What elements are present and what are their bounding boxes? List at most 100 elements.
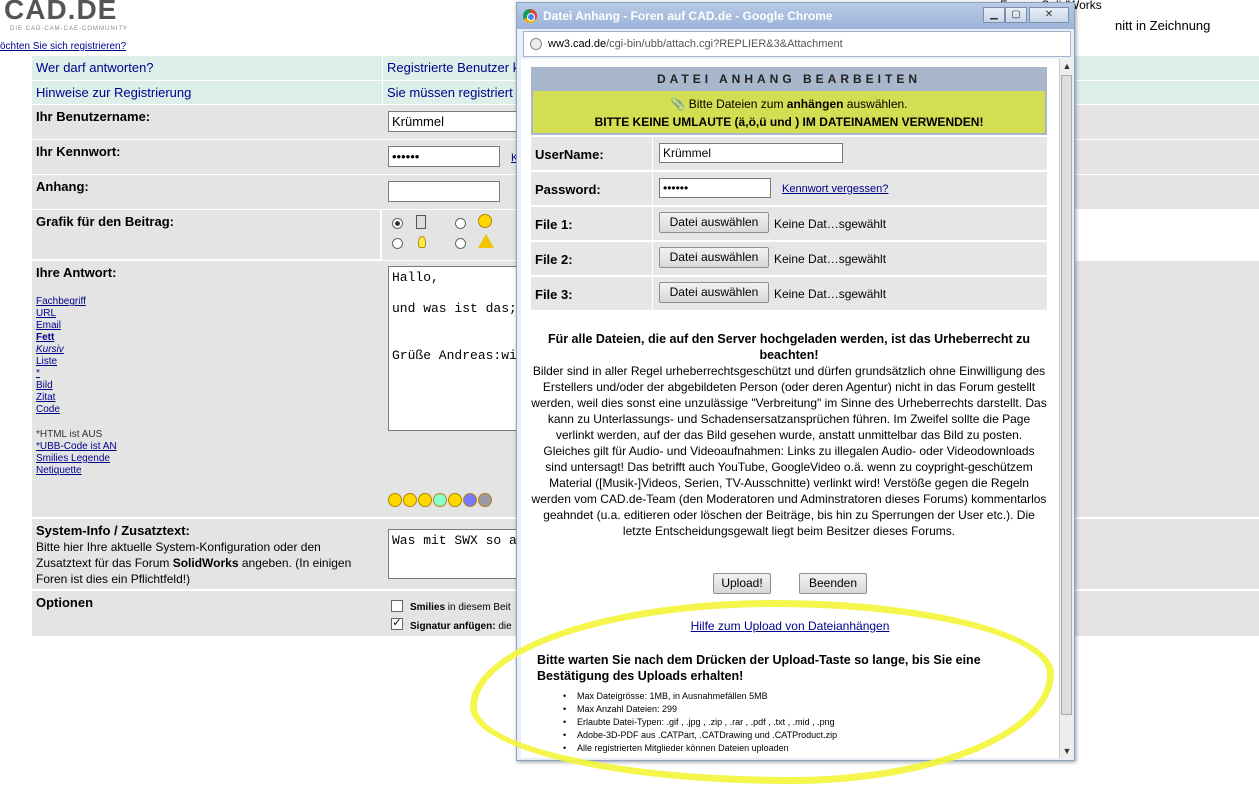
url-path: /cgi-bin/ubb/attach.cgi?REPLIER&3&Attach… [606,38,843,50]
graphic-radio-1[interactable] [392,218,403,229]
scroll-up-arrow[interactable]: ▲ [1062,61,1072,71]
file-label: File 1: [535,217,573,232]
options-label: Optionen [36,595,94,610]
register-link[interactable]: öchten Sie sich registrieren? [0,41,126,52]
format-link-email[interactable]: Email [36,320,61,331]
signature-option-label: Signatur anfügen: die [410,621,512,632]
format-link-image[interactable]: Bild [36,380,53,391]
header-instruction: 📎 Bitte Dateien zum anhängen auswählen. [670,97,908,111]
format-link-list[interactable]: Liste [36,356,57,367]
file-label: File 3: [535,287,573,302]
format-link-quote[interactable]: Zitat [36,392,55,403]
smiley-icon[interactable] [403,493,417,507]
smiley-icon[interactable] [448,493,462,507]
graphic-radio-3[interactable] [392,238,403,249]
sysinfo-description: Bitte hier Ihre aktuelle System-Konfigur… [36,540,352,586]
cad-logo[interactable]: CAD.DE DIE CAD-CAM-CAE-COMMUNITY [0,0,140,40]
format-link-url[interactable]: URL [36,308,56,319]
username-input[interactable]: Krümmel [388,111,518,132]
attachment-input[interactable] [388,181,500,202]
close-button[interactable]: Beenden [799,573,867,594]
copyright-notice: Für alle Dateien, die auf den Server hoc… [531,331,1047,539]
format-link-list-item[interactable]: * [36,368,40,379]
graphic-radio-2[interactable] [455,218,466,229]
graphic-radio-4[interactable] [455,238,466,249]
smiley-icon[interactable] [463,493,477,507]
registration-hint-label[interactable]: Hinweise zur Registrierung [36,85,191,100]
format-link-bold[interactable]: Fett [36,332,54,343]
popup-scrollbar[interactable]: ▲ ▼ [1059,59,1073,758]
url-domain: ww3.cad.de [548,38,607,50]
attachment-header: DATEI ANHANG BEARBEITEN 📎 Bitte Dateien … [531,67,1047,135]
file-row-2: File 2: Datei auswählen Keine Dat…sgewäh… [531,242,1047,276]
popup-username-row: UserName: Krümmel [531,137,1047,171]
chrome-icon [523,9,537,23]
format-link-code[interactable]: Code [36,404,60,415]
choose-file-button[interactable]: Datei auswählen [659,212,769,233]
smiley-icon[interactable] [388,493,402,507]
scroll-thumb[interactable] [1061,75,1072,715]
graphic-options [382,210,522,260]
signature-checkbox[interactable]: ✓ [391,618,403,630]
answer-label: Ihre Antwort: [36,265,117,280]
lightbulb-icon [418,236,426,248]
answer-text-line: Hallo, [392,270,439,285]
popup-username-label: UserName: [535,147,604,162]
file-row-1: File 1: Datei auswählen Keine Dat…sgewäh… [531,207,1047,241]
registration-hint-value: Sie müssen registriert [387,85,513,100]
smilies-bar [388,493,493,510]
smilies-option-label: Smilies in diesem Beit [410,602,511,613]
file-status: Keine Dat…sgewählt [774,252,887,266]
password-input[interactable]: •••••• [388,146,500,167]
file-row-3: File 3: Datei auswählen Keine Dat…sgewäh… [531,277,1047,311]
file-status: Keine Dat…sgewählt [774,217,887,231]
smilies-legend-link[interactable]: Smilies Legende [36,453,110,464]
warning-icon [478,234,494,248]
popup-forgot-password-link[interactable]: Kennwort vergessen? [782,183,888,195]
smilies-checkbox[interactable] [391,600,403,612]
answer-text-line: und was ist das; [392,301,517,316]
page-icon [530,38,542,50]
smiley-icon[interactable] [433,493,447,507]
sysinfo-textarea[interactable]: Was mit SWX so a [388,529,528,579]
answer-text-line: Grüße Andreas:wi [392,348,517,363]
file-label: File 2: [535,252,573,267]
who-can-reply-label[interactable]: Wer darf antworten? [36,60,154,75]
who-can-reply-value: Registrierte Benutzer k [387,60,520,75]
document-icon [416,215,426,229]
attachment-label: Anhang: [36,179,89,194]
popup-password-row: Password: •••••• Kennwort vergessen? [531,172,1047,206]
maximize-button[interactable]: ▢ [1005,7,1027,23]
notice-title: Für alle Dateien, die auf den Server hoc… [547,332,1031,362]
upload-button[interactable]: Upload! [713,573,771,594]
file-status: Keine Dat…sgewählt [774,287,887,301]
popup-username-input[interactable]: Krümmel [659,143,843,163]
answer-textarea[interactable]: Hallo, und was ist das; Grüße Andreas:wi [388,266,528,431]
popup-title: Datei Anhang - Foren auf CAD.de - Google… [543,9,833,23]
html-status: *HTML ist AUS [36,429,103,440]
popup-password-label: Password: [535,182,601,197]
address-bar[interactable]: ww3.cad.de/cgi-bin/ubb/attach.cgi?REPLIE… [523,31,1071,57]
format-link-fachbegriff[interactable]: Fachbegriff [36,296,86,307]
popup-password-input[interactable]: •••••• [659,178,771,198]
notice-body: Bilder sind in aller Regel urheberrechts… [531,364,1047,538]
username-label: Ihr Benutzername: [36,109,151,124]
scroll-down-arrow[interactable]: ▼ [1062,746,1072,756]
password-label: Ihr Kennwort: [36,144,121,159]
logo-text: CAD.DE [4,0,118,25]
smiley-icon[interactable] [418,493,432,507]
sysinfo-label: System-Info / Zusatztext: [36,523,190,538]
minimize-button[interactable]: ▁ [983,7,1005,23]
choose-file-button[interactable]: Datei auswählen [659,282,769,303]
format-link-italic[interactable]: Kursiv [36,344,64,355]
logo-subtitle: DIE CAD-CAM-CAE-COMMUNITY [10,26,128,32]
choose-file-button[interactable]: Datei auswählen [659,247,769,268]
ubb-status-link[interactable]: *UBB-Code ist AN [36,441,117,452]
smiley-icon[interactable] [478,493,492,507]
topic-title-fragment: nitt in Zeichnung [1115,18,1211,33]
smiley-icon [478,214,492,228]
paperclip-icon: 📎 [670,97,689,111]
netiquette-link[interactable]: Netiquette [36,465,82,476]
header-warning: BITTE KEINE UMLAUTE (ä,ö,ü und ) IM DATE… [594,115,984,129]
close-window-button[interactable]: ✕ [1029,7,1069,23]
